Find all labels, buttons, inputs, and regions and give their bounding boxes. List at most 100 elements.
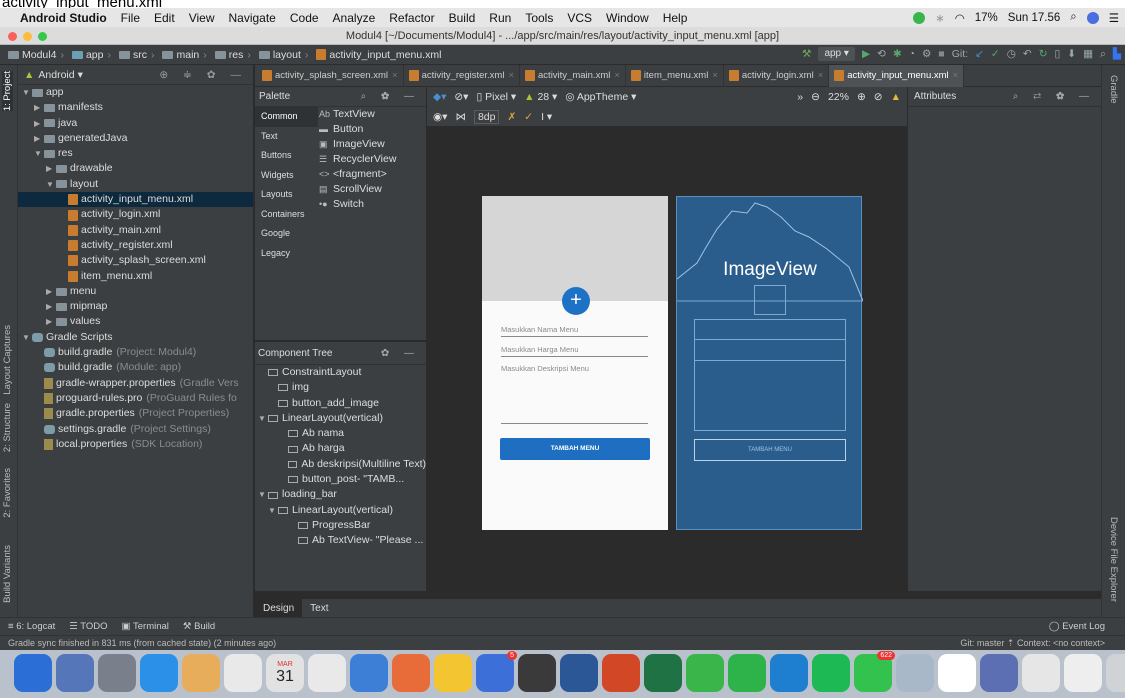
git-revert-icon[interactable]: ↶ xyxy=(1023,48,1032,60)
line-status-icon[interactable] xyxy=(913,11,926,24)
dock-app-icon[interactable] xyxy=(140,654,178,692)
close-icon[interactable]: × xyxy=(818,70,824,81)
chevron-icon[interactable]: ▼ xyxy=(268,503,278,518)
dock-app-icon[interactable]: MAR 31 xyxy=(266,654,304,692)
palette-category[interactable]: Text xyxy=(255,127,318,147)
chevron-icon[interactable]: ▼ xyxy=(46,177,56,192)
component-tree-item[interactable]: ▼ loading_bar xyxy=(255,487,426,502)
siri-icon[interactable] xyxy=(1086,11,1099,24)
fab-outline[interactable] xyxy=(754,285,786,315)
tool-tab-build-variants[interactable]: Build Variants xyxy=(2,545,13,603)
component-tree-tools[interactable]: ✿ — xyxy=(381,348,420,359)
project-tree-item[interactable]: ▶ manifests xyxy=(18,100,253,115)
zoom-out-icon[interactable]: ⊖ xyxy=(811,91,820,103)
dock-app-icon[interactable] xyxy=(938,654,976,692)
menu-code[interactable]: Code xyxy=(290,11,319,25)
project-panel-tools[interactable]: ⊕ ≑ ✿ — xyxy=(159,69,247,81)
project-tree-item[interactable]: build.gradle (Module: app) xyxy=(18,360,253,375)
dock-app-icon[interactable] xyxy=(1022,654,1060,692)
palette-item[interactable]: ▤ ScrollView xyxy=(319,182,427,197)
palette-category[interactable]: Widgets xyxy=(255,166,318,186)
overflow-icon[interactable]: » xyxy=(797,91,803,103)
menu-refactor[interactable]: Refactor xyxy=(389,11,434,25)
minimize-window-button[interactable] xyxy=(23,32,32,41)
assistant-icon[interactable]: ▙ xyxy=(1113,48,1121,60)
default-margin-field[interactable]: 8dp xyxy=(473,109,500,124)
palette-category[interactable]: Google xyxy=(255,224,318,244)
chevron-down-icon[interactable]: ▾ xyxy=(78,69,83,81)
tab-design[interactable]: Design xyxy=(255,598,303,618)
git-update-icon[interactable]: ↙ xyxy=(975,48,984,60)
menu-navigate[interactable]: Navigate xyxy=(228,11,275,25)
menu-file[interactable]: File xyxy=(121,11,140,25)
tab-activity-login[interactable]: activity_login.xml × xyxy=(724,64,830,87)
clear-constraints-icon[interactable]: ✗ xyxy=(507,111,516,123)
dock-app-icon[interactable] xyxy=(182,654,220,692)
dock-app-icon[interactable] xyxy=(770,654,808,692)
tool-tab-favorites[interactable]: 2: Favorites xyxy=(2,468,13,518)
chevron-icon[interactable]: ▼ xyxy=(34,146,44,161)
dock-app-icon[interactable]: 5 xyxy=(476,651,517,692)
notification-center-icon[interactable]: ☰ xyxy=(1109,11,1119,25)
project-tree-item[interactable]: ▼ layout xyxy=(18,177,253,192)
tool-build[interactable]: ⚒ Build xyxy=(183,621,215,632)
component-tree-item[interactable]: ConstraintLayout xyxy=(255,365,426,380)
component-tree-item[interactable]: Ab TextView- "Please ... xyxy=(255,533,426,548)
orientation-icon[interactable]: ⊘▾ xyxy=(454,91,468,103)
battery-text[interactable]: 17% xyxy=(975,12,998,24)
dock-app-icon[interactable] xyxy=(14,654,52,692)
api-select[interactable]: ▲ 28 ▾ xyxy=(524,91,557,103)
component-tree-item[interactable]: Ab deskripsi(Multiline Text) xyxy=(255,457,426,472)
status-message[interactable]: Gradle sync finished in 831 ms (from cac… xyxy=(8,638,276,648)
wifi-icon[interactable]: ◠ xyxy=(955,11,965,25)
project-tree-item[interactable]: gradle.properties (Project Properties) xyxy=(18,406,253,421)
project-tree-item[interactable]: gradle-wrapper.properties (Gradle Vers xyxy=(18,376,253,391)
project-tree-item[interactable]: ▶ mipmap xyxy=(18,299,253,314)
git-commit-icon[interactable]: ✓ xyxy=(991,48,1000,60)
run-icon[interactable]: ▶ xyxy=(862,48,870,60)
attach-icon[interactable]: ⚙ xyxy=(922,48,931,60)
status-git[interactable]: Git: master ⇡ Context: <no context> xyxy=(960,638,1105,649)
dock-app-icon[interactable] xyxy=(728,654,766,692)
dock-app-icon[interactable] xyxy=(1064,654,1102,692)
tab-activity-splash-screen[interactable]: activity_splash_screen.xml × xyxy=(257,64,404,87)
hammer-icon[interactable]: ⚒ xyxy=(802,48,811,60)
tool-logcat[interactable]: ≡ 6: Logcat xyxy=(8,621,55,632)
spotlight-icon[interactable]: ⌕ xyxy=(1070,11,1076,24)
stop-icon[interactable]: ■ xyxy=(938,48,944,60)
menu-build[interactable]: Build xyxy=(449,11,476,25)
palette-category[interactable]: Layouts xyxy=(255,185,318,205)
event-log-button[interactable]: ◯ Event Log xyxy=(1049,621,1105,632)
zoom-window-button[interactable] xyxy=(38,32,47,41)
apply-changes-icon[interactable]: ⟲ xyxy=(877,48,886,60)
chevron-icon[interactable]: ▶ xyxy=(46,314,56,329)
bluetooth-icon[interactable]: ∗ xyxy=(935,11,945,25)
profile-icon[interactable]: ◔ xyxy=(909,48,915,60)
tab-activity-main[interactable]: activity_main.xml × xyxy=(520,64,626,87)
palette-category[interactable]: Common xyxy=(255,107,318,127)
close-icon[interactable]: × xyxy=(614,70,620,81)
project-tree-item[interactable]: ▼ Gradle Scripts xyxy=(18,330,253,345)
tab-activity-register[interactable]: activity_register.xml × xyxy=(404,64,521,87)
blueprint-button[interactable]: TAMBAH MENU xyxy=(694,439,846,461)
project-tree-item[interactable]: ▶ drawable xyxy=(18,161,253,176)
avd-manager-icon[interactable]: ▯ xyxy=(1055,48,1061,60)
project-tree-item[interactable]: proguard-rules.pro (ProGuard Rules fo xyxy=(18,391,253,406)
field-harga[interactable]: Masukkan Harga Menu xyxy=(501,343,648,357)
component-tree-item[interactable]: img xyxy=(255,380,426,395)
dock-app-icon[interactable] xyxy=(686,654,724,692)
chevron-icon[interactable]: ▶ xyxy=(34,131,44,146)
chevron-icon[interactable]: ▶ xyxy=(46,284,56,299)
project-tree-item[interactable]: activity_login.xml xyxy=(18,207,253,222)
sdk-manager-icon[interactable]: ⬇ xyxy=(1067,48,1076,60)
field-deskripsi[interactable]: Masukkan Deskripsi Menu xyxy=(501,362,648,424)
project-tree-item[interactable]: activity_splash_screen.xml xyxy=(18,253,253,268)
project-view-select[interactable]: Android xyxy=(38,69,74,81)
chevron-icon[interactable]: ▼ xyxy=(258,487,268,502)
crumb-file[interactable]: activity_input_menu.xml xyxy=(316,49,441,61)
close-icon[interactable]: × xyxy=(953,70,959,81)
project-tree-item[interactable]: activity_main.xml xyxy=(18,223,253,238)
tab-activity-input-menu[interactable]: activity_input_menu.xml × xyxy=(829,64,965,87)
dock-app-icon[interactable] xyxy=(518,654,556,692)
tab-item-menu[interactable]: item_menu.xml × xyxy=(626,64,724,87)
